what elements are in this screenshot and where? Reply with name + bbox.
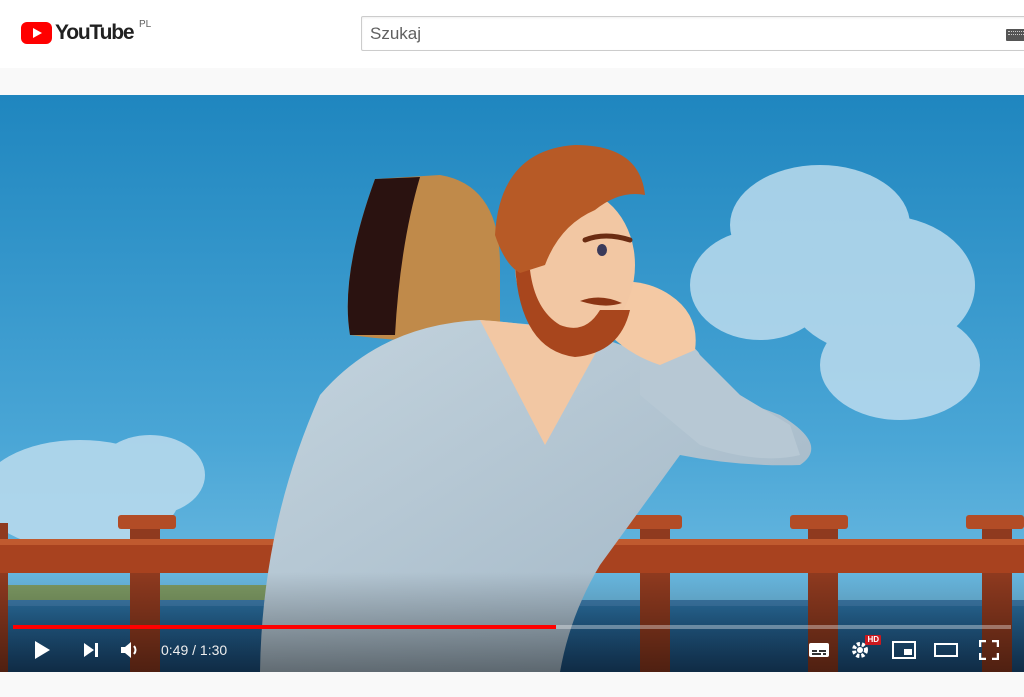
country-code: PL bbox=[139, 19, 152, 30]
theater-mode-button[interactable] bbox=[930, 634, 962, 666]
page-spacer bbox=[0, 68, 1024, 95]
play-button[interactable] bbox=[26, 634, 58, 666]
video-frame bbox=[0, 95, 1024, 672]
hd-badge: HD bbox=[865, 635, 881, 645]
search-input[interactable] bbox=[362, 17, 982, 50]
progress-played bbox=[13, 625, 556, 629]
search-box[interactable] bbox=[361, 16, 1024, 51]
miniplayer-icon bbox=[892, 641, 916, 659]
theater-mode-icon bbox=[934, 643, 958, 657]
duration: 1:30 bbox=[199, 642, 228, 658]
volume-button[interactable] bbox=[115, 634, 145, 666]
volume-icon bbox=[121, 642, 137, 658]
time-display: 0:49 / 1:30 bbox=[161, 642, 227, 658]
logo-wordmark: YouTube bbox=[55, 21, 135, 44]
video-player[interactable]: 0:49 / 1:30 HD bbox=[0, 95, 1024, 672]
page-below-player bbox=[0, 672, 1024, 697]
subtitles-button[interactable] bbox=[804, 634, 834, 666]
progress-bar[interactable] bbox=[13, 625, 1011, 629]
youtube-play-logo-icon bbox=[21, 22, 52, 44]
settings-button[interactable]: HD bbox=[845, 634, 881, 666]
fullscreen-button[interactable] bbox=[974, 634, 1004, 666]
subtitles-icon bbox=[809, 643, 829, 657]
fullscreen-icon bbox=[979, 640, 999, 660]
masthead: YouTube PL bbox=[0, 0, 1024, 68]
next-icon bbox=[84, 643, 98, 657]
miniplayer-button[interactable] bbox=[888, 634, 920, 666]
youtube-logo[interactable]: YouTube PL bbox=[21, 19, 151, 45]
time-separator: / bbox=[188, 642, 200, 658]
next-button[interactable] bbox=[76, 634, 106, 666]
play-icon bbox=[35, 641, 50, 659]
current-time: 0:49 bbox=[161, 642, 189, 658]
keyboard-icon[interactable] bbox=[1006, 29, 1024, 41]
